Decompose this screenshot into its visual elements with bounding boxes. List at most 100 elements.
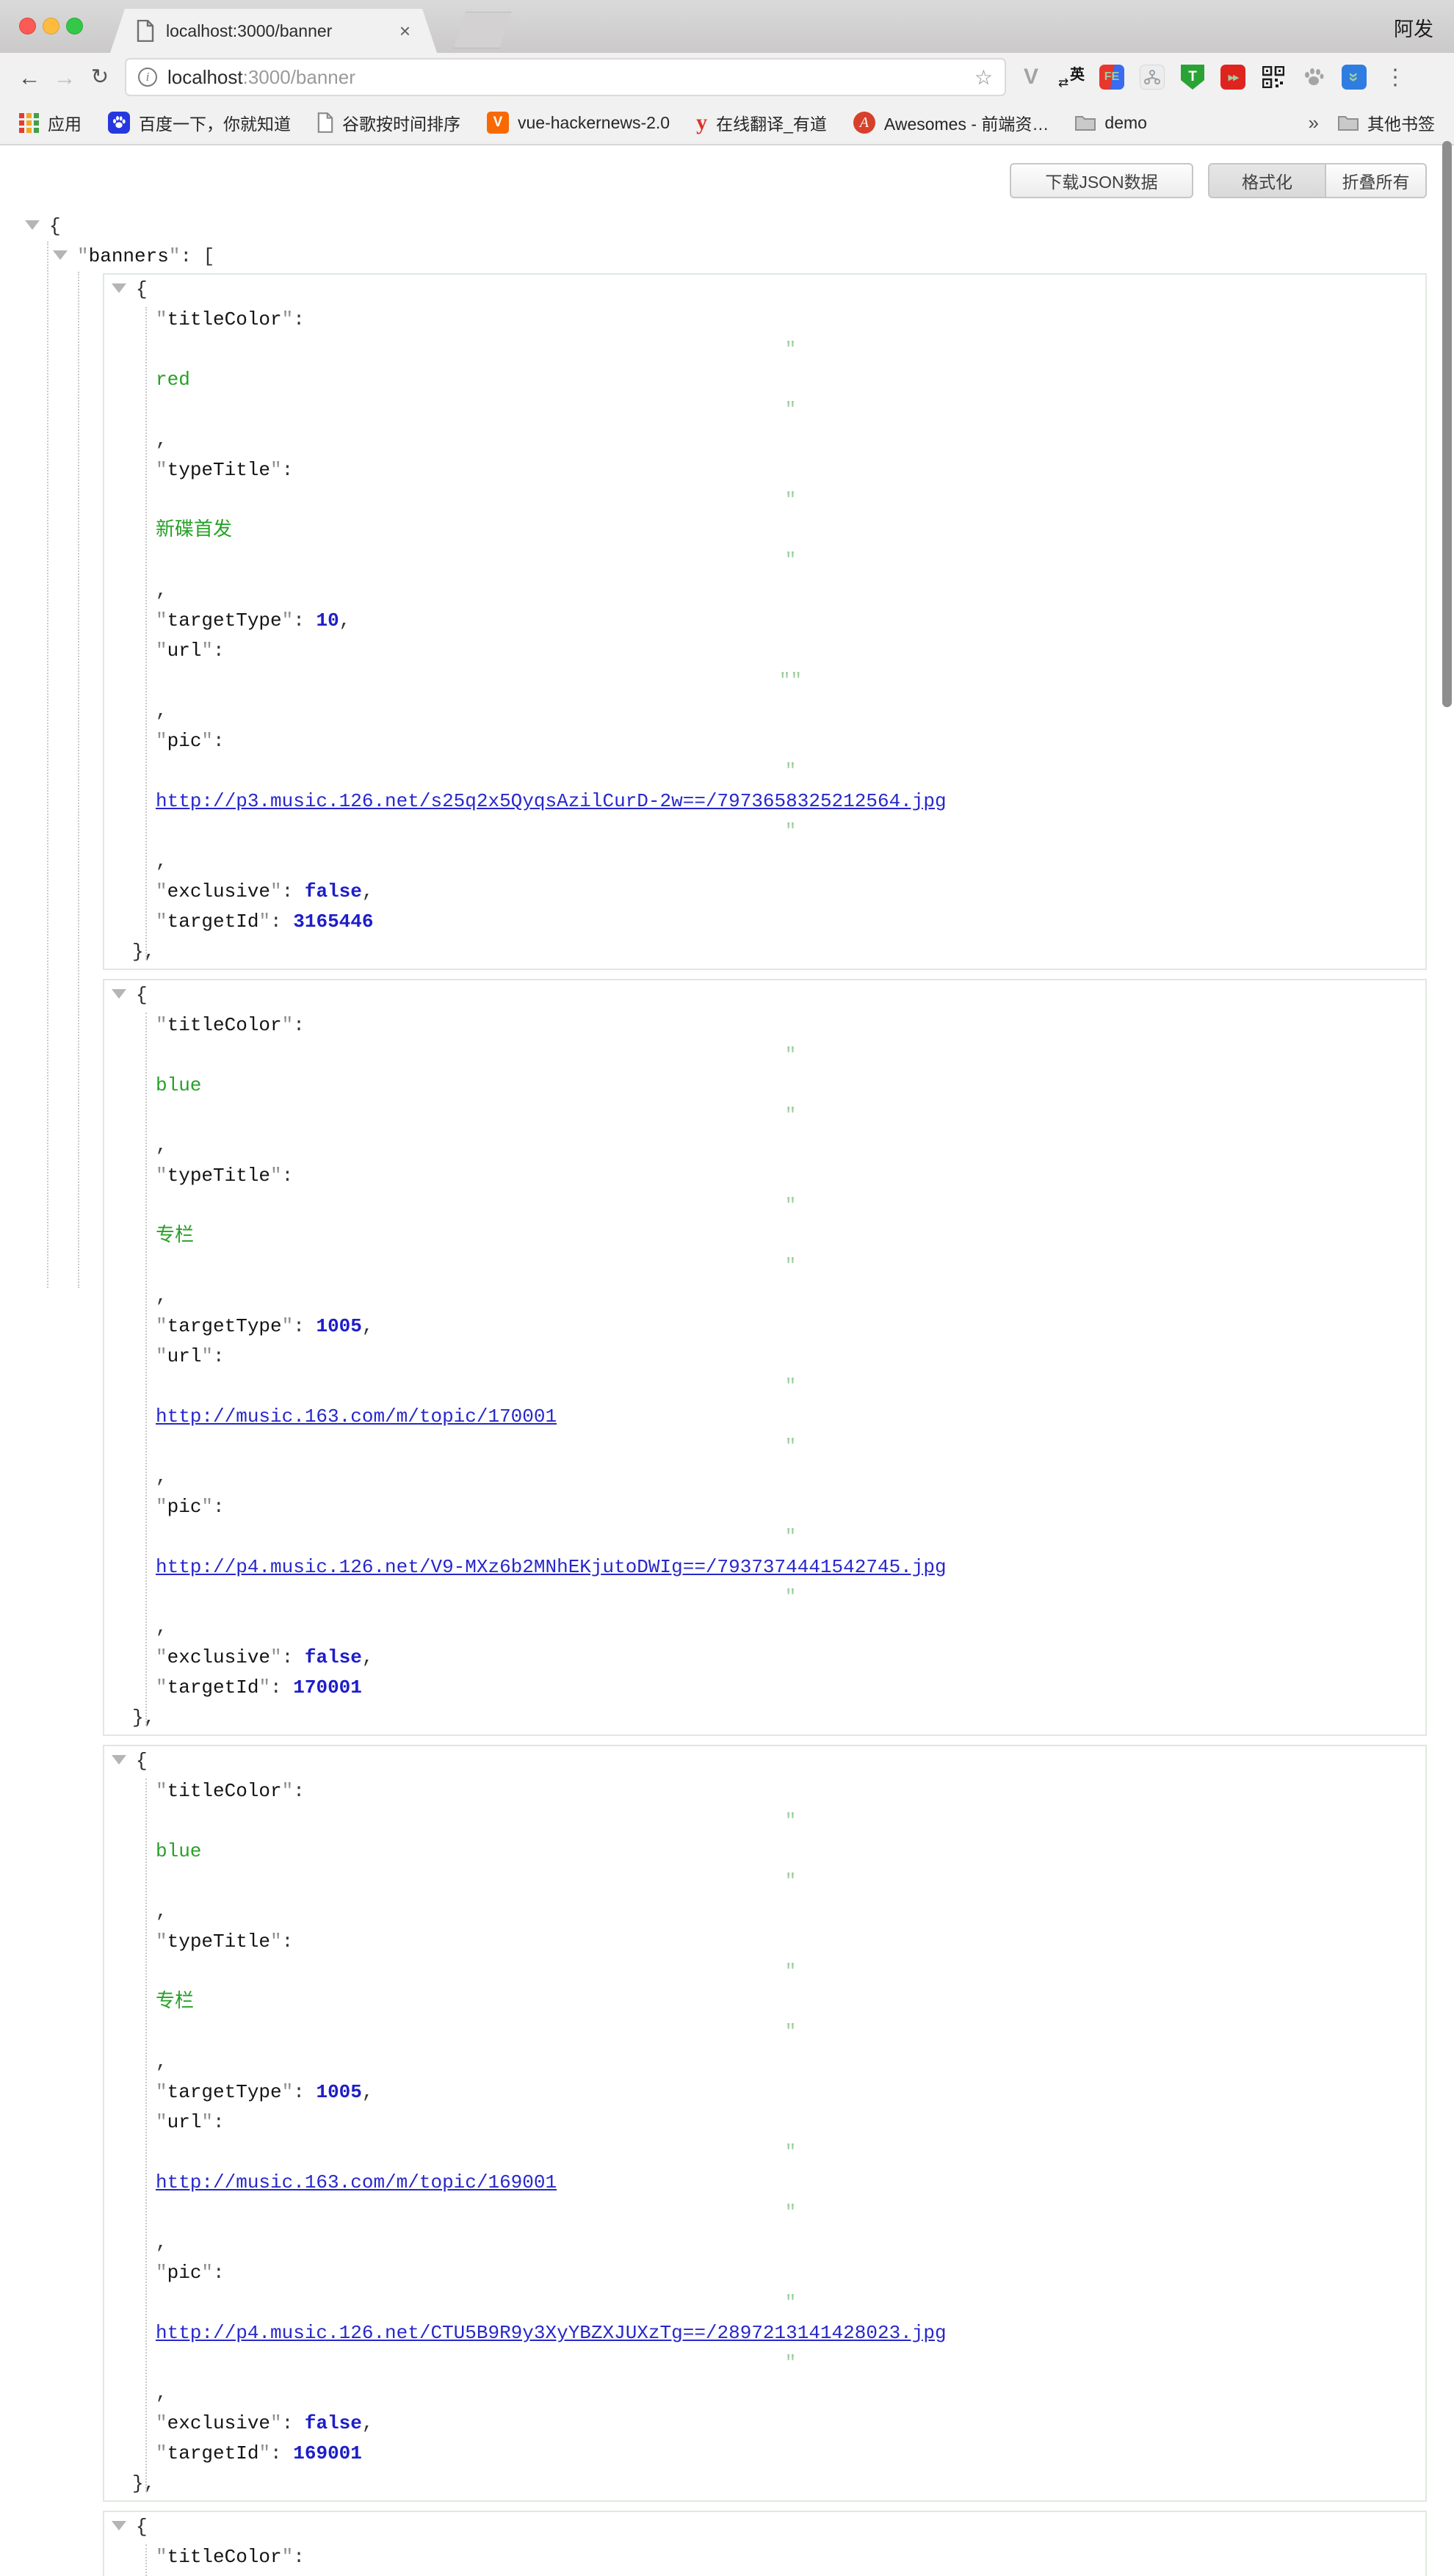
quote: ": [156, 1780, 167, 1802]
qr-code-extension-icon[interactable]: [1259, 62, 1288, 92]
comma: ,: [156, 700, 167, 722]
collapse-toggle-icon[interactable]: [112, 1755, 126, 1765]
address-bar[interactable]: i localhost:3000/banner ☆: [125, 58, 1006, 96]
vue-devtools-extension-icon[interactable]: V: [1016, 62, 1046, 92]
comma: ,: [156, 1285, 167, 1307]
folder-icon: [1075, 114, 1096, 131]
bookmark-awesomes[interactable]: A Awesomes - 前端资…: [853, 110, 1049, 135]
json-string-value: 专栏: [156, 1225, 194, 1247]
quote: ": [156, 1432, 1425, 1462]
json-link[interactable]: http://p4.music.126.net/CTU5B9R9y3XyYBZX…: [156, 2322, 947, 2344]
bookmark-baidu[interactable]: 百度一下，你就知道: [108, 110, 291, 135]
browser-toolbar: ← → ↻ i localhost:3000/banner ☆ V 英 ⇄ FE…: [0, 53, 1454, 101]
download-json-button[interactable]: 下载JSON数据: [1010, 163, 1193, 198]
json-entry-titleColor: "titleColor": "blue",: [104, 1010, 1425, 1161]
colon: :: [213, 640, 236, 662]
zoom-window-button[interactable]: [66, 18, 83, 35]
green-shield-extension-icon[interactable]: T: [1178, 62, 1207, 92]
comma: ,: [156, 1135, 167, 1157]
page-icon: [137, 20, 154, 42]
json-entry-targetType: "targetType": 1005,: [104, 2077, 1425, 2108]
quote: ": [156, 730, 167, 752]
bookmark-youdao-translate[interactable]: y 在线翻译_有道: [696, 110, 827, 135]
json-key: targetId: [167, 2442, 259, 2464]
json-link[interactable]: http://music.163.com/m/topic/169001: [156, 2171, 557, 2193]
collapse-toggle-icon[interactable]: [112, 283, 126, 293]
json-number-value: 10: [316, 609, 339, 632]
tab-close-icon[interactable]: ×: [399, 20, 410, 43]
youdao-icon: y: [696, 110, 707, 135]
colon: :: [270, 2442, 293, 2464]
bookmarks-overflow-chevron[interactable]: »: [1309, 112, 1319, 134]
bookmark-star-icon[interactable]: ☆: [974, 65, 993, 90]
format-button[interactable]: 格式化: [1208, 163, 1325, 198]
json-boolean-value: false: [305, 880, 362, 902]
colon: :: [282, 880, 305, 902]
download-manager-extension-icon[interactable]: »: [1339, 62, 1369, 92]
page-info-icon[interactable]: i: [138, 68, 157, 87]
quote: ": [156, 1806, 1425, 1837]
collapse-toggle-icon[interactable]: [112, 989, 126, 999]
quote: ": [156, 1957, 1425, 1987]
bookmark-folder-demo[interactable]: demo: [1075, 113, 1147, 133]
reload-icon[interactable]: ↻: [82, 67, 117, 88]
object-close-line: },: [104, 1703, 1425, 1733]
quote: ": [156, 1165, 167, 1187]
quote: ": [156, 2111, 167, 2133]
bookmark-apps[interactable]: 应用: [19, 110, 82, 135]
back-icon[interactable]: ←: [12, 66, 47, 89]
collapse-toggle-icon[interactable]: [25, 220, 40, 230]
close-window-button[interactable]: [19, 18, 36, 35]
org-chart-extension-icon[interactable]: [1137, 62, 1167, 92]
quote: ": [156, 1496, 167, 1518]
quote: ": [270, 1931, 282, 1953]
json-viewer: { "banners": [ {"titleColor": "red","typ…: [0, 211, 1454, 1288]
comma: ,: [156, 2232, 167, 2254]
quote: ": [156, 2081, 167, 2103]
banner-object-box: {"titleColor": "blue","typeTitle": "专栏",…: [103, 979, 1427, 1736]
json-entry-exclusive: "exclusive": false,: [104, 2409, 1425, 2439]
quote: ": [282, 1315, 294, 1337]
quote: ": [156, 1014, 167, 1036]
collapse-toggle-icon[interactable]: [53, 250, 68, 260]
quote: ": [201, 1345, 213, 1367]
profile-name[interactable]: 阿发: [1394, 13, 1433, 42]
colon: :: [213, 2262, 236, 2284]
comma: ,: [156, 1616, 167, 1638]
minimize-window-button[interactable]: [43, 18, 59, 35]
new-tab-button[interactable]: [454, 12, 511, 48]
close-brace: }: [132, 1707, 144, 1729]
translate-extension-icon[interactable]: 英 ⇄: [1057, 62, 1086, 92]
quote: ": [282, 2081, 294, 2103]
colon: :: [270, 911, 293, 933]
indent-guide: [145, 1779, 147, 2492]
json-entry-url: "url": "",: [104, 636, 1425, 726]
object-close-line: },: [104, 2469, 1425, 2499]
colon: :: [293, 609, 316, 632]
browser-tab[interactable]: localhost:3000/banner ×: [110, 9, 437, 53]
bookmark-google-sort[interactable]: 谷歌按时间排序: [317, 110, 460, 135]
bookmark-vue-hackernews[interactable]: V vue-hackernews-2.0: [487, 112, 670, 134]
collapse-toggle-icon[interactable]: [112, 2521, 126, 2530]
quote: ": [156, 335, 1425, 365]
fe-helper-extension-icon[interactable]: FE: [1097, 62, 1126, 92]
open-brace: {: [136, 984, 148, 1006]
url-text[interactable]: localhost:3000/banner: [167, 66, 967, 89]
fast-forward-extension-icon[interactable]: ▶▶: [1218, 62, 1248, 92]
paw-extension-icon[interactable]: [1299, 62, 1328, 92]
indent-guide: [145, 1013, 147, 1726]
collapse-all-button[interactable]: 折叠所有: [1325, 163, 1427, 198]
quote: ": [156, 395, 1425, 425]
json-entry-pic: "pic": "http://p4.music.126.net/CTU5B9R9…: [104, 2258, 1425, 2409]
json-empty-string-value: "": [156, 666, 1425, 696]
quote: ": [201, 640, 213, 662]
comma: ,: [156, 579, 167, 601]
vertical-scrollbar-thumb[interactable]: [1442, 141, 1452, 707]
other-bookmarks-folder[interactable]: 其他书签: [1338, 110, 1435, 135]
close-brace: }: [132, 941, 144, 963]
json-link[interactable]: http://p3.music.126.net/s25q2x5QyqsAzilC…: [156, 790, 947, 812]
open-brace: {: [49, 215, 61, 237]
json-link[interactable]: http://p4.music.126.net/V9-MXz6b2MNhEKju…: [156, 1556, 947, 1578]
json-link[interactable]: http://music.163.com/m/topic/170001: [156, 1405, 557, 1428]
browser-menu-icon[interactable]: ⋮: [1384, 65, 1406, 90]
